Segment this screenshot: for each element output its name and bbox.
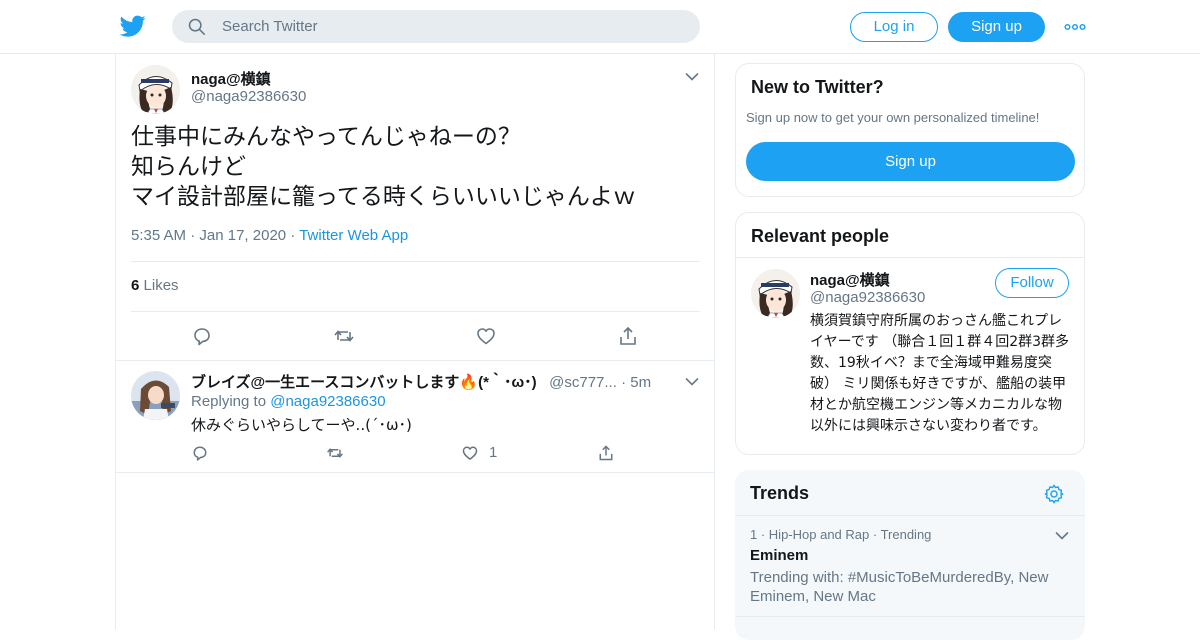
- follow-button[interactable]: Follow: [995, 268, 1069, 298]
- share-icon[interactable]: [597, 444, 615, 462]
- author-avatar[interactable]: [131, 65, 180, 114]
- card-title: Relevant people: [751, 226, 890, 246]
- main-timeline-column: naga@横鎮 @naga92386630 仕事中にみんなやってんじゃねーの？ …: [115, 54, 715, 630]
- reply-text: 休みぐらいやらしてーや..(´･ω･): [191, 416, 412, 434]
- search-box[interactable]: [172, 10, 700, 43]
- replying-to-label: Replying to: [191, 393, 267, 410]
- trend-category: Hip-Hop and Rap: [768, 527, 870, 542]
- chevron-down-icon[interactable]: [685, 377, 699, 387]
- card-title: New to Twitter?: [751, 77, 884, 97]
- person-bio: 横須賀鎮守府所属のおっさん艦これプレイヤーです （聯合１回１群４回2群3群多数、…: [810, 313, 1070, 434]
- like-heart-icon[interactable]: [461, 444, 479, 462]
- likes-label: Likes: [143, 277, 179, 294]
- tweet-text-line: 仕事中にみんなやってんじゃねーの？: [131, 124, 521, 150]
- likes-count: 6: [131, 277, 140, 294]
- trend-item[interactable]: 1 · Hip-Hop and Rap · Trending Eminem Tr…: [735, 516, 1085, 616]
- replying-to-handle[interactable]: @naga92386630: [270, 393, 385, 410]
- chevron-down-icon[interactable]: [685, 72, 699, 82]
- trend-related: Trending with: #MusicToBeMurderedBy, New…: [750, 569, 1049, 605]
- trend-context: 1 · Hip-Hop and Rap · Trending: [750, 527, 932, 542]
- divider: [735, 616, 1085, 617]
- trend-name[interactable]: Eminem: [750, 547, 808, 564]
- search-input[interactable]: [222, 10, 682, 43]
- reply-icon[interactable]: [191, 444, 209, 462]
- avatar-image: [131, 65, 180, 114]
- trend-status: Trending: [880, 527, 932, 542]
- tweet-time[interactable]: 5:35 AM: [131, 227, 186, 244]
- separator-dot: ·: [190, 227, 200, 244]
- card-subtitle: Sign up now to get your own personalized…: [746, 110, 1040, 125]
- tweet-text-line: マイ設計部屋に籠ってる時くらいいいじゃんよｗ: [131, 184, 636, 210]
- card-title: Trends: [750, 483, 810, 503]
- sidebar-signup-button[interactable]: Sign up: [746, 142, 1075, 181]
- search-icon: [188, 18, 205, 35]
- divider: [736, 257, 1084, 258]
- divider: [116, 360, 714, 361]
- reply-header: ブレイズ@一生エースコンバットします🔥(*｀･ω･) @sc777... · 5…: [191, 371, 651, 392]
- divider: [131, 311, 700, 312]
- tweet-metadata: 5:35 AM · Jan 17, 2020 · Twitter Web App: [131, 227, 408, 244]
- login-button[interactable]: Log in: [850, 12, 938, 42]
- avatar-image: [131, 371, 180, 420]
- separator-dot: ·: [290, 227, 300, 244]
- avatar-image: [751, 269, 800, 318]
- settings-gear-icon[interactable]: [1043, 483, 1065, 505]
- reply-time[interactable]: · 5m: [621, 374, 651, 391]
- twitter-bird-icon[interactable]: [120, 13, 146, 39]
- tweet-text-line: 知らんけど: [131, 154, 246, 180]
- retweet-icon[interactable]: [333, 325, 355, 347]
- signup-button[interactable]: Sign up: [948, 12, 1045, 42]
- tweet-text: 仕事中にみんなやってんじゃねーの？ 知らんけど マイ設計部屋に籠ってる時くらいい…: [131, 122, 636, 212]
- chevron-down-icon[interactable]: [1055, 531, 1069, 541]
- retweet-icon[interactable]: [326, 444, 344, 462]
- author-handle[interactable]: @naga92386630: [191, 88, 306, 105]
- likes-stat[interactable]: 6 Likes: [131, 277, 179, 294]
- person-handle[interactable]: @naga92386630: [810, 289, 925, 306]
- divider: [116, 472, 714, 473]
- trends-card: Trends 1 · Hip-Hop and Rap · Trending Em…: [735, 470, 1085, 640]
- person-avatar[interactable]: [751, 269, 800, 318]
- more-options-icon[interactable]: [1064, 18, 1086, 36]
- reply-author-avatar[interactable]: [131, 371, 180, 420]
- relevant-people-card: Relevant people naga@横鎮 @naga92386630 Fo…: [735, 212, 1085, 455]
- replying-to: Replying to @naga92386630: [191, 393, 386, 410]
- like-heart-icon[interactable]: [475, 325, 497, 347]
- author-name[interactable]: naga@横鎮: [191, 68, 271, 89]
- tweet-date[interactable]: Jan 17, 2020: [199, 227, 286, 244]
- trend-rank: 1: [750, 527, 758, 542]
- person-name[interactable]: naga@横鎮: [810, 269, 890, 290]
- top-navigation-bar: Log in Sign up: [0, 0, 1200, 54]
- reply-author-name[interactable]: ブレイズ@一生エースコンバットします🔥(*｀･ω･): [191, 374, 537, 391]
- reply-icon[interactable]: [191, 325, 213, 347]
- tweet-source-link[interactable]: Twitter Web App: [299, 227, 408, 244]
- reply-author-handle[interactable]: @sc777...: [541, 374, 617, 391]
- new-to-twitter-card: New to Twitter? Sign up now to get your …: [735, 63, 1085, 197]
- share-icon[interactable]: [617, 325, 639, 347]
- divider: [131, 261, 700, 262]
- reply-like-count: 1: [489, 444, 498, 461]
